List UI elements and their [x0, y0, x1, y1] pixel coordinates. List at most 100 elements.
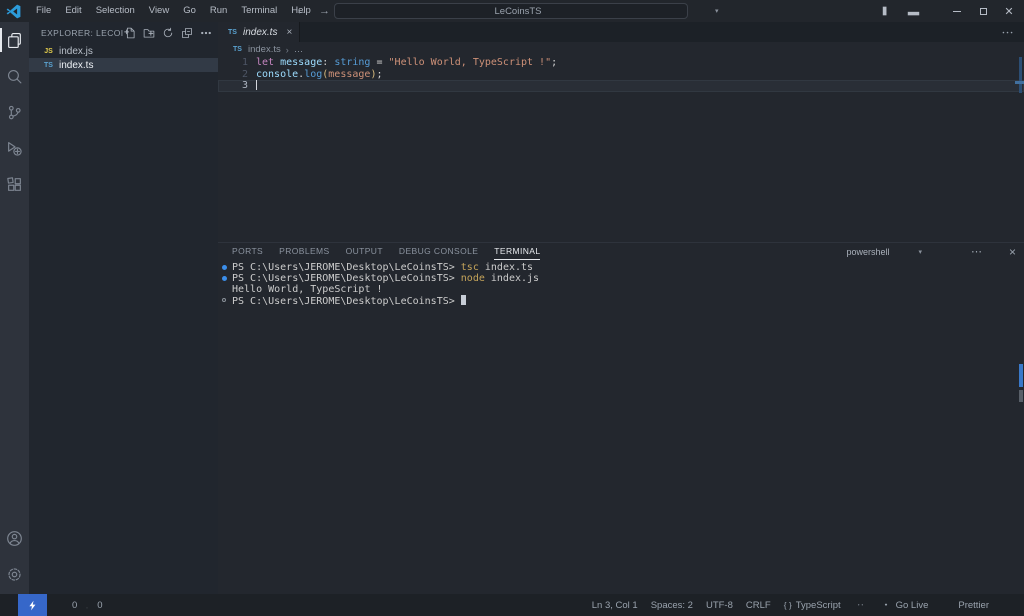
chevron-down-icon: ▾ [715, 7, 719, 15]
activity-explorer[interactable] [0, 22, 29, 58]
explorer-header: EXPLORER: LECOINSTS [29, 22, 218, 44]
menu-file[interactable]: File [29, 0, 58, 22]
code-line[interactable]: 2console.log(message); [218, 69, 1024, 81]
close-panel-icon[interactable]: × [1009, 245, 1016, 259]
cursor-position[interactable]: Ln 3, Col 1 [592, 600, 638, 611]
panel-tabs: PORTS PROBLEMS OUTPUT DEBUG CONSOLE TERMINAL [232, 243, 540, 260]
command-decoration-filled [222, 276, 227, 281]
more-actions-icon[interactable] [200, 27, 212, 39]
breadcrumb-symbol[interactable]: … [294, 44, 304, 55]
status-bar: 0 0 Ln 3, Col 1 Spaces: 2 UTF-8 CRLF { }… [0, 594, 1024, 616]
prettier-status[interactable]: Prettier [941, 600, 989, 611]
file-index.js[interactable]: JSindex.js [29, 44, 218, 58]
split-editor-icon[interactable] [978, 26, 991, 39]
go-live-label: Go Live [896, 600, 929, 611]
source-control-icon [6, 104, 23, 121]
remote-indicator[interactable] [18, 594, 47, 616]
editor-group: TS index.ts × TS index.ts › … 1let messa… [218, 22, 1024, 594]
minimize-button[interactable] [944, 0, 970, 22]
file-list: JSindex.jsTSindex.ts [29, 44, 218, 72]
maximize-panel-icon[interactable] [990, 246, 1001, 257]
vscode-logo-icon [6, 4, 21, 19]
launch-profile-icon[interactable] [897, 245, 910, 258]
menu-terminal[interactable]: Terminal [234, 0, 284, 22]
go-live-button[interactable]: Go Live [880, 599, 929, 611]
menu-run[interactable]: Run [203, 0, 234, 22]
search-icon [6, 68, 23, 85]
chevron-down-icon[interactable]: ▾ [918, 248, 922, 256]
braces-icon: { } [784, 600, 792, 610]
terminal-line: PS C:\Users\JEROME\Desktop\LeCoinsTS> ts… [218, 262, 1024, 273]
layout-controls [856, 0, 946, 22]
encoding[interactable]: UTF-8 [706, 600, 733, 611]
customize-layout-icon[interactable] [856, 5, 871, 17]
code-line[interactable]: 3 [218, 80, 1024, 92]
new-file-icon[interactable] [124, 27, 136, 39]
search-text: LeCoinsTS [495, 6, 542, 17]
error-icon [57, 600, 68, 611]
file-index.ts[interactable]: TSindex.ts [29, 58, 218, 72]
minimize-icon [953, 11, 961, 12]
code-lines: 1let message: string = "Hello World, Typ… [218, 57, 1024, 92]
menu-view[interactable]: View [142, 0, 176, 22]
terminal-scrollbar-mark [1019, 390, 1023, 402]
back-icon[interactable]: ← [296, 5, 307, 17]
activity-search[interactable] [0, 58, 29, 94]
split-terminal-icon[interactable] [930, 245, 943, 258]
maximize-button[interactable] [970, 0, 996, 22]
ts-file-icon: TS [43, 62, 54, 69]
code-editor[interactable]: 1let message: string = "Hello World, Typ… [218, 57, 1024, 264]
account-button[interactable] [0, 520, 29, 556]
more-actions-icon[interactable] [1001, 26, 1014, 39]
terminal-cursor [461, 295, 466, 305]
bell-icon[interactable] [1002, 599, 1014, 611]
text-cursor [256, 80, 257, 90]
problems-status[interactable]: 0 0 [57, 600, 103, 611]
command-center-search[interactable]: LeCoinsTS [334, 3, 688, 19]
code-text: console.log(message); [256, 69, 1024, 81]
toggle-primary-sidebar-icon[interactable] [881, 5, 896, 17]
shell-name: powershell [846, 247, 889, 257]
language-mode[interactable]: { } TypeScript [784, 600, 841, 611]
close-window-button[interactable]: ✕ [996, 0, 1022, 22]
prettier-label: Prettier [958, 600, 989, 611]
code-text [256, 80, 1024, 93]
new-folder-icon[interactable] [143, 27, 155, 39]
profile-menu[interactable]: ▾ [700, 0, 719, 22]
line-number: 3 [218, 80, 248, 92]
tab-close-icon[interactable]: × [286, 27, 292, 38]
breadcrumb-file[interactable]: index.ts [248, 44, 281, 55]
tab-index-ts[interactable]: TS index.ts × [218, 22, 300, 42]
panel-tab-ports[interactable]: PORTS [232, 243, 263, 260]
panel-tab-output[interactable]: OUTPUT [346, 243, 383, 260]
panel-more-icon[interactable]: ⋯ [971, 245, 982, 258]
warning-count: 0 [97, 600, 102, 611]
menu-selection[interactable]: Selection [89, 0, 142, 22]
activity-run-debug[interactable] [0, 130, 29, 166]
activity-extensions[interactable] [0, 166, 29, 202]
robot-icon[interactable] [854, 599, 867, 612]
menu-go[interactable]: Go [176, 0, 203, 22]
panel-header: PORTS PROBLEMS OUTPUT DEBUG CONSOLE TERMINAL… [218, 243, 1024, 260]
panel-tab-terminal[interactable]: TERMINAL [494, 243, 540, 260]
panel-actions: powershell ▾ ⋯ × [831, 245, 1016, 259]
run-debug-icon [6, 140, 23, 157]
activity-source-control[interactable] [0, 94, 29, 130]
toggle-panel-icon[interactable] [906, 5, 921, 17]
ts-file-icon: TS [227, 29, 238, 36]
refresh-icon[interactable] [162, 27, 174, 39]
terminal[interactable]: PS C:\Users\JEROME\Desktop\LeCoinsTS> ts… [218, 262, 1024, 594]
editor-actions [978, 22, 1024, 42]
collapse-folders-icon[interactable] [181, 27, 193, 39]
panel-tab-problems[interactable]: PROBLEMS [279, 243, 329, 260]
terminal-instance[interactable]: powershell [831, 246, 889, 257]
kill-terminal-icon[interactable] [951, 246, 963, 258]
terminal-line: PS C:\Users\JEROME\Desktop\LeCoinsTS> [218, 295, 1024, 306]
code-line[interactable]: 1let message: string = "Hello World, Typ… [218, 57, 1024, 69]
eol-sequence[interactable]: CRLF [746, 600, 771, 611]
panel-tab-debug-console[interactable]: DEBUG CONSOLE [399, 243, 478, 260]
settings-button[interactable] [0, 556, 29, 592]
forward-icon[interactable]: → [319, 5, 330, 17]
menu-edit[interactable]: Edit [58, 0, 88, 22]
indentation[interactable]: Spaces: 2 [651, 600, 693, 611]
